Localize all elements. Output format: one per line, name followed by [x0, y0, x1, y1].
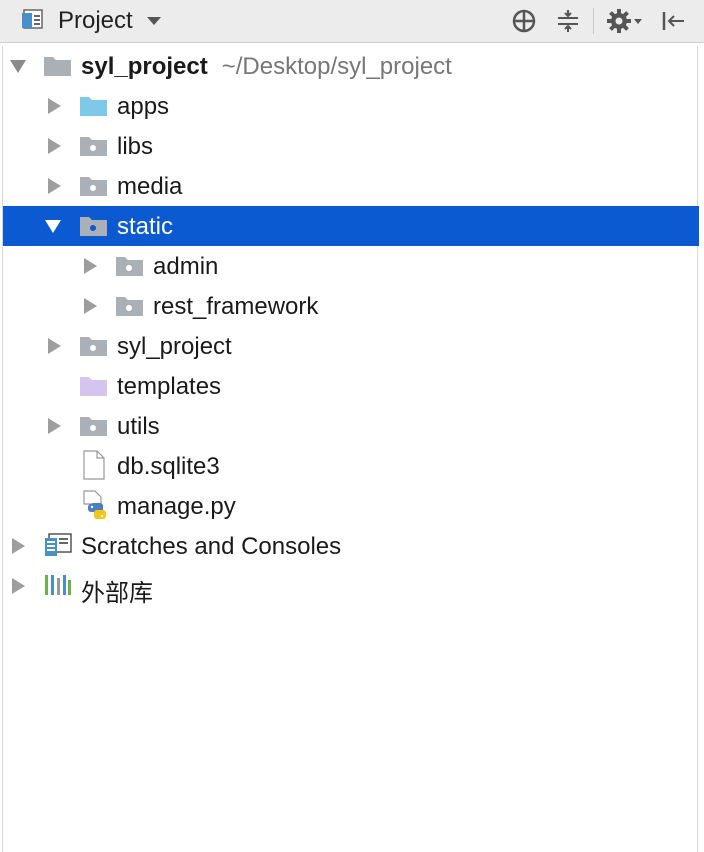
root-folder-label: syl_project [81, 53, 208, 80]
tree-item-media[interactable]: media [3, 166, 699, 206]
project-view-selector[interactable]: Project [20, 0, 161, 42]
tree-item-apps[interactable]: apps [3, 86, 699, 126]
tree-item-syl-project[interactable]: syl_project [3, 326, 699, 366]
tree-item-templates[interactable]: templates [3, 366, 699, 406]
tree-item-utils[interactable]: utils [3, 406, 699, 446]
tree-item-label: admin [153, 253, 219, 280]
tree-item-static[interactable]: static [3, 206, 699, 246]
python-file-icon [82, 490, 112, 527]
project-view-icon [20, 7, 46, 36]
tree-item-label: rest_framework [153, 293, 319, 320]
dropdown-caret-icon[interactable] [146, 17, 161, 25]
tree-item-label: apps [117, 93, 170, 120]
gear-icon[interactable] [606, 6, 644, 36]
panel-title: Project [58, 7, 133, 34]
package-folder-icon [115, 252, 145, 283]
expand-arrow-icon[interactable] [48, 418, 61, 434]
expand-arrow-icon[interactable] [48, 138, 61, 154]
collapse-all-icon[interactable] [555, 6, 581, 36]
tree-item-scratches[interactable]: Scratches and Consoles [3, 526, 699, 566]
scratches-icon [43, 532, 73, 563]
tree-item-admin[interactable]: admin [3, 246, 699, 286]
tree-item-label: utils [117, 413, 160, 440]
tree-item-label: media [117, 173, 183, 200]
package-folder-icon [79, 332, 109, 363]
tree-item-label: 外部库 [81, 580, 153, 607]
hide-panel-icon[interactable] [660, 6, 686, 36]
file-icon [82, 450, 106, 485]
tree-item-manage-py[interactable]: manage.py [3, 486, 699, 526]
expand-arrow-icon[interactable] [84, 298, 97, 314]
tree-item-label: libs [117, 133, 154, 160]
tree-item-label: static [117, 213, 174, 240]
tree-item-libs[interactable]: libs [3, 126, 699, 166]
tree-item-label: Scratches and Consoles [81, 533, 342, 560]
project-tree: syl_project ~/Desktop/syl_project apps li… [2, 46, 699, 852]
tree-item-syl-project-root[interactable]: syl_project ~/Desktop/syl_project [3, 46, 699, 86]
templates-folder-icon [79, 372, 109, 403]
package-folder-icon [79, 412, 109, 443]
expand-arrow-icon[interactable] [48, 338, 61, 354]
locate-icon[interactable] [511, 6, 537, 36]
toolbar-separator [593, 8, 594, 34]
package-folder-icon [79, 132, 109, 163]
package-folder-icon [79, 172, 109, 203]
expand-arrow-icon[interactable] [48, 178, 61, 194]
collapse-arrow-icon[interactable] [45, 220, 61, 233]
expand-arrow-icon[interactable] [12, 578, 25, 594]
package-folder-icon [115, 292, 145, 323]
expand-arrow-icon[interactable] [12, 538, 25, 554]
expand-arrow-icon[interactable] [48, 98, 61, 114]
expand-arrow-icon[interactable] [10, 60, 26, 73]
root-folder-path: ~/Desktop/syl_project [221, 53, 452, 80]
tree-item-external-libraries[interactable]: 外部库 [3, 566, 699, 607]
tree-item-label: syl_project [117, 333, 232, 360]
tree-item-db-sqlite3[interactable]: db.sqlite3 [3, 446, 699, 486]
tree-item-label: templates [117, 373, 222, 400]
tree-item-rest-framework[interactable]: rest_framework [3, 286, 699, 326]
project-toolbar: Project [0, 0, 704, 43]
tree-item-label: db.sqlite3 [117, 453, 220, 480]
module-folder-icon [43, 52, 73, 83]
expand-arrow-icon[interactable] [84, 258, 97, 274]
package-folder-icon [79, 212, 109, 243]
tree-item-label: manage.py [117, 493, 236, 520]
folder-blue-icon [79, 92, 109, 123]
external-libraries-icon [43, 572, 73, 603]
